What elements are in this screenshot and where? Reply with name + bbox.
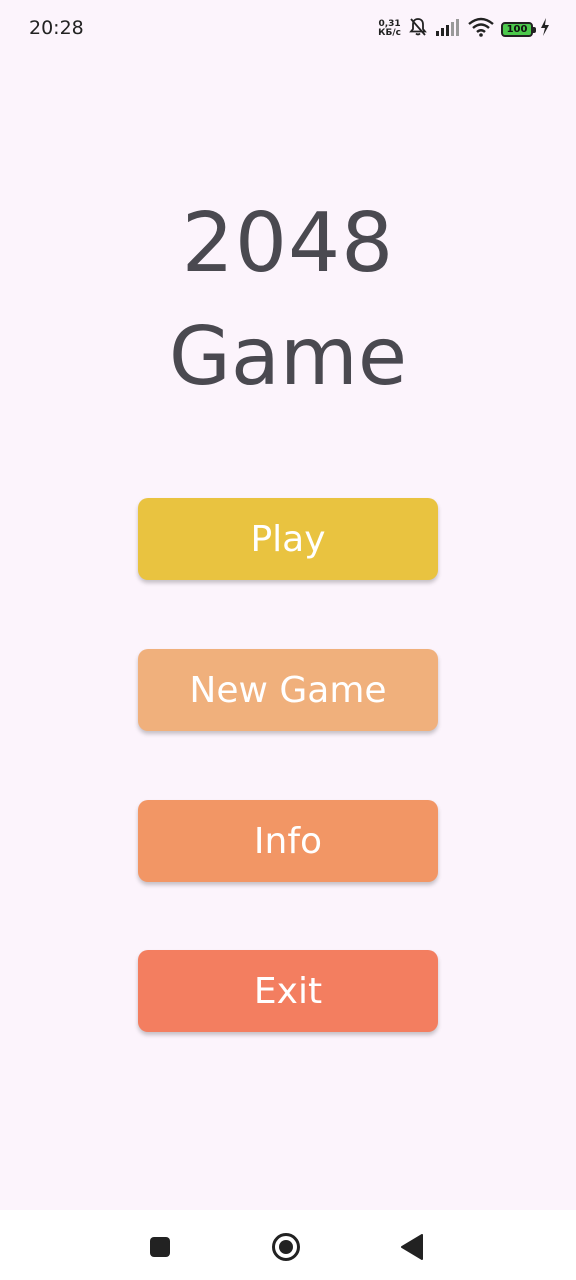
battery-level: 100 [506, 23, 528, 35]
network-speed-unit: КБ/с [378, 28, 401, 38]
battery-icon: 100 [501, 21, 536, 37]
home-circle-icon[interactable] [271, 1232, 301, 1262]
wifi-icon [468, 17, 494, 42]
status-time: 20:28 [29, 17, 84, 39]
navigation-bar [0, 1210, 576, 1280]
title-line-1: 2048 [181, 196, 395, 291]
status-bar: 20:28 0,31 КБ/с 100 [0, 0, 576, 58]
new-game-button[interactable]: New Game [138, 649, 438, 731]
play-button[interactable]: Play [138, 498, 438, 580]
info-button[interactable]: Info [138, 800, 438, 882]
back-triangle-icon[interactable] [397, 1232, 427, 1262]
exit-button[interactable]: Exit [138, 950, 438, 1032]
recents-square-icon[interactable] [145, 1232, 175, 1262]
signal-icon [435, 17, 461, 42]
charging-bolt-icon [540, 17, 550, 41]
network-speed: 0,31 КБ/с [378, 20, 401, 38]
title-line-2: Game [168, 310, 408, 403]
status-icons: 0,31 КБ/с 100 [378, 17, 550, 42]
mute-bell-icon [408, 17, 428, 42]
